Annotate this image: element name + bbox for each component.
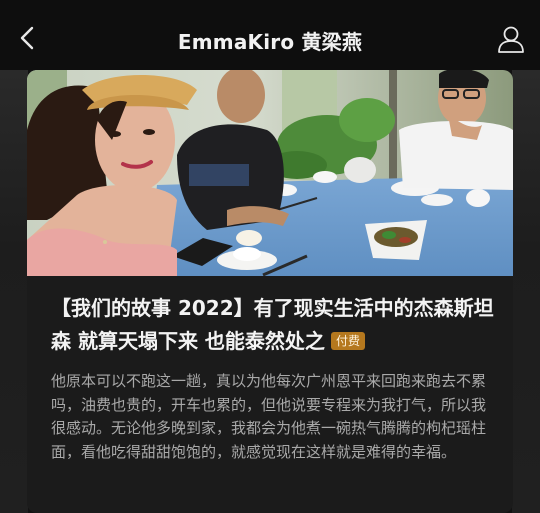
page-title: EmmaKiro 黄梁燕 (177, 30, 363, 54)
cover-photo (27, 70, 513, 276)
article-summary: 他原本可以不跑这一趟，真以为他每次广州恩平来回跑来跑去不累吗，油费也贵的，开车也… (51, 372, 487, 461)
background-left (0, 70, 28, 513)
background-right (512, 70, 540, 513)
top-bar: EmmaKiro 黄梁燕 (0, 0, 540, 70)
article-headline[interactable]: 【我们的故事 2022】有了现实生活中的杰森斯坦森 就算天塌下来 也能泰然处之付… (51, 292, 501, 358)
headline-text: 【我们的故事 2022】有了现实生活中的杰森斯坦森 就算天塌下来 也能泰然处之 (51, 296, 494, 353)
user-icon[interactable] (496, 24, 526, 54)
paid-badge: 付费 (330, 332, 365, 350)
article-card[interactable]: 【我们的故事 2022】有了现实生活中的杰森斯坦森 就算天塌下来 也能泰然处之付… (27, 70, 513, 513)
